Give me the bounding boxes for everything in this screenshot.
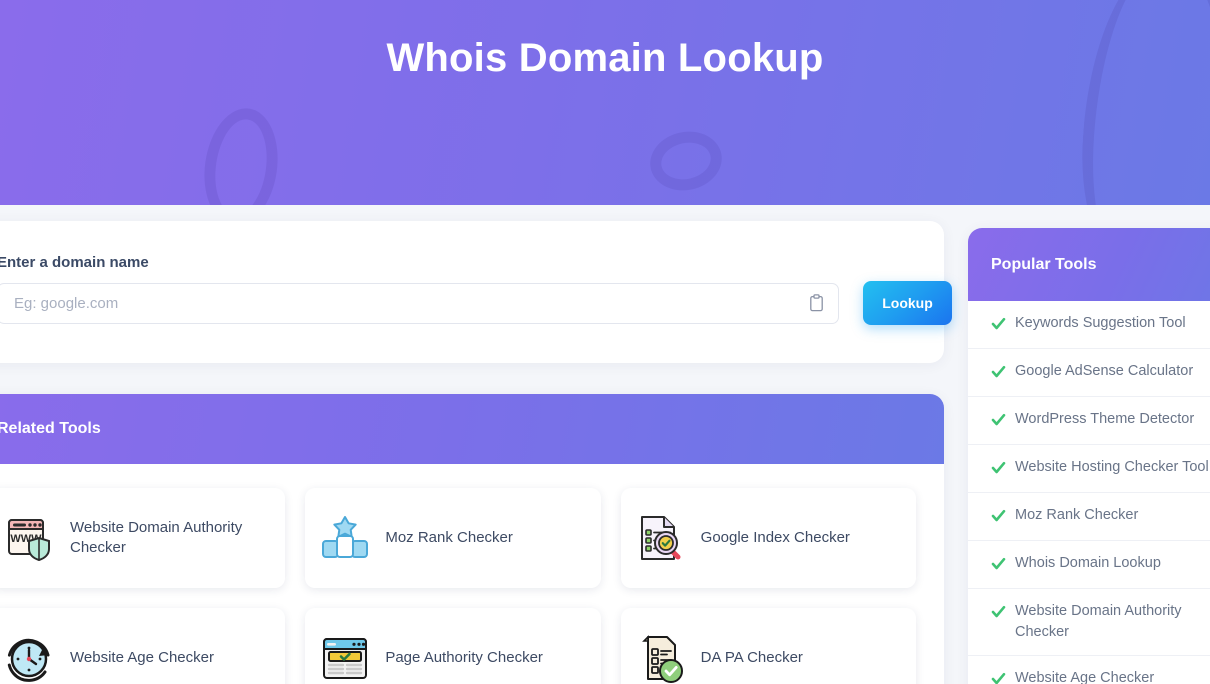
document-magnifier-icon [635,512,687,564]
clock-refresh-icon [4,632,56,684]
popular-tools-sidebar: Popular Tools Keywords Suggestion Tool G… [968,228,1210,684]
related-tools-body: WWW Website Domain Authority Checker Moz… [0,464,944,684]
decorative-o-shape [644,125,728,197]
tool-card-google-index-checker[interactable]: Google Index Checker [620,488,916,588]
browser-badge-icon [319,632,371,684]
podium-star-icon [319,512,371,564]
check-icon [991,412,1006,432]
domain-search-input[interactable] [0,283,838,323]
tool-card-label: DA PA Checker [700,648,803,666]
sidebar-item-label: Website Hosting Checker Tool [1015,459,1209,475]
main-content-column: Enter a domain name Lookup Related Tools [0,221,952,684]
popular-tools-title: Popular Tools [991,255,1097,273]
related-tools-grid: WWW Website Domain Authority Checker Moz… [0,488,916,684]
page-root: Whois Domain Lookup Enter a domain name … [0,0,1210,684]
browser-shield-icon: WWW [4,512,56,564]
search-row: Lookup [0,281,952,325]
tool-card-moz-rank-checker[interactable]: Moz Rank Checker [305,488,601,588]
sidebar-item-whois-domain-lookup[interactable]: Whois Domain Lookup [968,541,1210,589]
check-icon [991,460,1006,480]
sidebar-item-label: Whois Domain Lookup [1015,555,1161,571]
decorative-curve-right-icon [1101,0,1210,205]
sidebar-item-label: Keywords Suggestion Tool [1015,315,1186,331]
tool-card-label: Google Index Checker [700,528,850,546]
tool-card-label: Website Age Checker [70,648,214,666]
sidebar-item-label: Google AdSense Calculator [1015,363,1194,379]
checklist-approved-icon [635,632,687,684]
check-icon [991,364,1006,384]
check-icon [991,671,1006,684]
popular-tools-list: Keywords Suggestion Tool Google AdSense … [968,301,1210,684]
sidebar-item-label: Moz Rank Checker [1015,507,1139,523]
lookup-button[interactable]: Lookup [863,281,952,325]
sidebar-item-keywords-suggestion-tool[interactable]: Keywords Suggestion Tool [968,301,1210,349]
related-tools-title: Related Tools [0,420,101,437]
sidebar-item-google-adsense-calculator[interactable]: Google AdSense Calculator [968,349,1210,397]
search-input-wrapper[interactable] [0,282,839,324]
hero-banner: Whois Domain Lookup [0,0,1210,205]
search-field-label: Enter a domain name [0,254,149,271]
check-icon [991,556,1006,576]
decorative-curve-left-icon [1074,0,1210,205]
tool-card-label: Moz Rank Checker [385,528,513,546]
tool-card-website-domain-authority-checker[interactable]: WWW Website Domain Authority Checker [0,488,286,588]
sidebar-item-label: WordPress Theme Detector [1015,411,1195,427]
sidebar-item-moz-rank-checker[interactable]: Moz Rank Checker [968,493,1210,541]
check-icon [991,604,1006,624]
sidebar-item-website-domain-authority-checker[interactable]: Website Domain Authority Checker [968,589,1210,657]
tool-card-da-pa-checker[interactable]: DA PA Checker [620,608,916,684]
tool-card-label: Page Authority Checker [385,648,543,666]
tool-card-website-age-checker[interactable]: Website Age Checker [0,608,286,684]
check-icon [991,508,1006,528]
domain-search-card: Enter a domain name Lookup [0,221,952,363]
page-title: Whois Domain Lookup [386,36,824,80]
related-tools-header: Related Tools [0,394,944,464]
check-icon [991,316,1006,336]
related-tools-card: Related Tools WWW Website Domain Authori… [0,394,944,684]
sidebar-item-wordpress-theme-detector[interactable]: WordPress Theme Detector [968,397,1210,445]
sidebar-item-website-hosting-checker-tool[interactable]: Website Hosting Checker Tool [968,445,1210,493]
sidebar-item-label: Website Age Checker [1015,670,1155,684]
clipboard-icon[interactable] [809,294,824,312]
popular-tools-header: Popular Tools [968,228,1210,301]
sidebar-item-label: Website Domain Authority Checker [1015,603,1182,641]
tool-card-label: Website Domain Authority Checker [70,518,243,556]
decorative-zero-shape [197,103,285,205]
sidebar-item-website-age-checker[interactable]: Website Age Checker [968,656,1210,684]
tool-card-page-authority-checker[interactable]: Page Authority Checker [305,608,601,684]
